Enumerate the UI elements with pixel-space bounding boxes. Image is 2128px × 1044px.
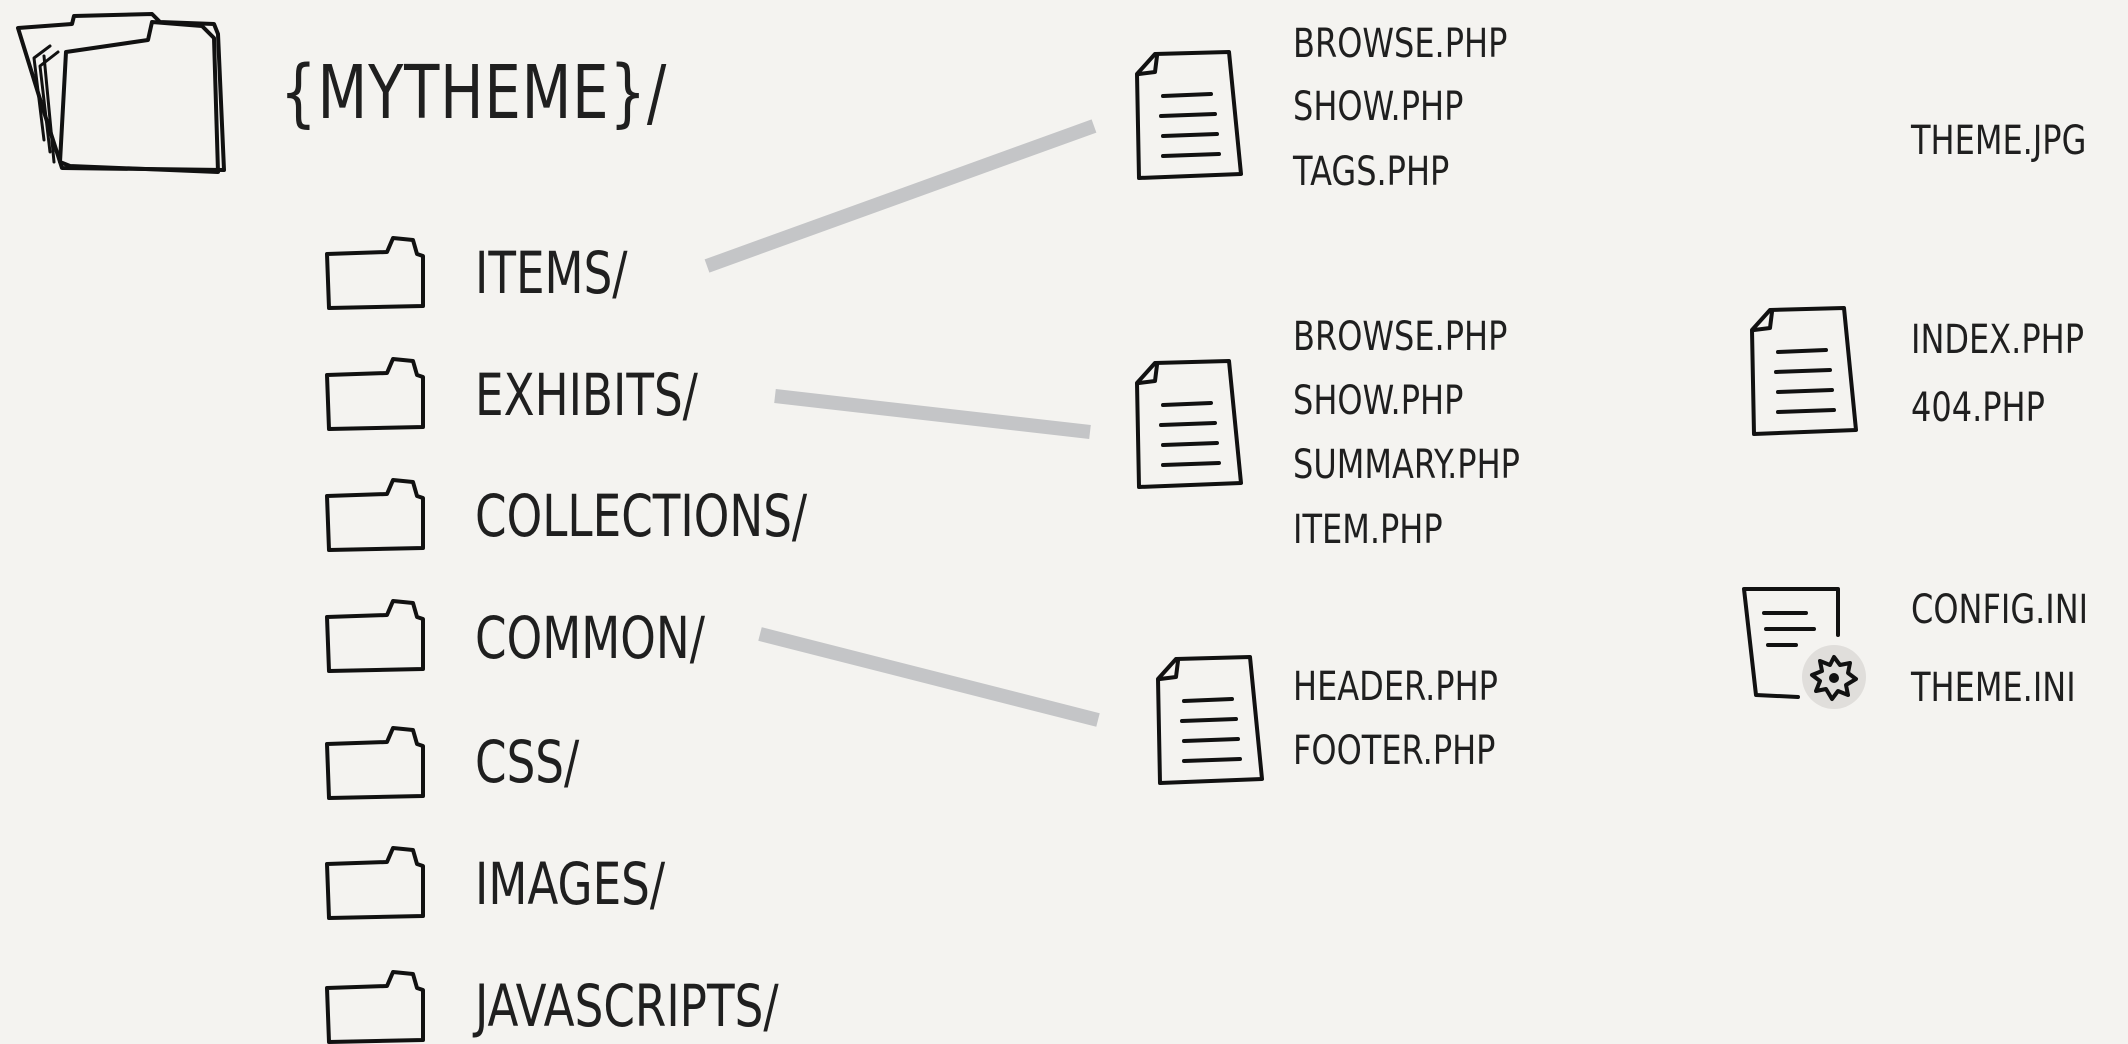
open-folder-icon <box>16 12 226 174</box>
exhibits-file-browse: BROWSE.PHP <box>1293 314 1508 360</box>
folder-css-label: CSS/ <box>475 728 580 796</box>
folder-icon <box>325 726 425 800</box>
folder-icon <box>325 970 425 1044</box>
folder-common-label: COMMON/ <box>475 604 705 672</box>
connector-lines <box>704 119 1100 727</box>
folder-items-label: ITEMS/ <box>475 239 628 307</box>
common-file-header: HEADER.PHP <box>1293 664 1498 710</box>
exhibits-file-item: ITEM.PHP <box>1293 507 1443 553</box>
connector-common <box>758 627 1100 727</box>
root-file-index: INDEX.PHP <box>1911 317 2084 363</box>
common-file-footer: FOOTER.PHP <box>1293 728 1496 774</box>
root-file-theme-jpg: THEME.JPG <box>1911 118 2087 164</box>
root-folder-title: {MYTHEME}/ <box>280 50 668 136</box>
exhibits-file-show: SHOW.PHP <box>1293 378 1464 424</box>
document-icon <box>1750 306 1858 436</box>
folder-icon <box>325 357 425 431</box>
root-file-config-ini: CONFIG.INI <box>1911 587 2089 633</box>
folder-icon <box>325 846 425 920</box>
folder-icon <box>325 599 425 673</box>
folder-collections-label: COLLECTIONS/ <box>475 482 808 550</box>
document-icon <box>1135 50 1243 180</box>
folder-icon <box>325 236 425 310</box>
root-file-theme-ini: THEME.INI <box>1911 665 2076 711</box>
exhibits-file-summary: SUMMARY.PHP <box>1293 442 1520 488</box>
items-file-browse: BROWSE.PHP <box>1293 21 1508 67</box>
root-file-404: 404.PHP <box>1911 385 2045 431</box>
connector-items <box>704 119 1097 273</box>
settings-document-icon <box>1742 587 1866 709</box>
folder-icon <box>325 478 425 552</box>
folder-exhibits-label: EXHIBITS/ <box>475 361 698 429</box>
folder-images-label: IMAGES/ <box>475 850 666 918</box>
document-icon <box>1156 655 1264 785</box>
connector-exhibits <box>774 389 1091 439</box>
document-icon <box>1135 359 1243 489</box>
items-file-tags: TAGS.PHP <box>1293 149 1450 195</box>
folder-javascripts-label: JAVASCRIPTS/ <box>475 972 779 1040</box>
items-file-show: SHOW.PHP <box>1293 84 1464 130</box>
